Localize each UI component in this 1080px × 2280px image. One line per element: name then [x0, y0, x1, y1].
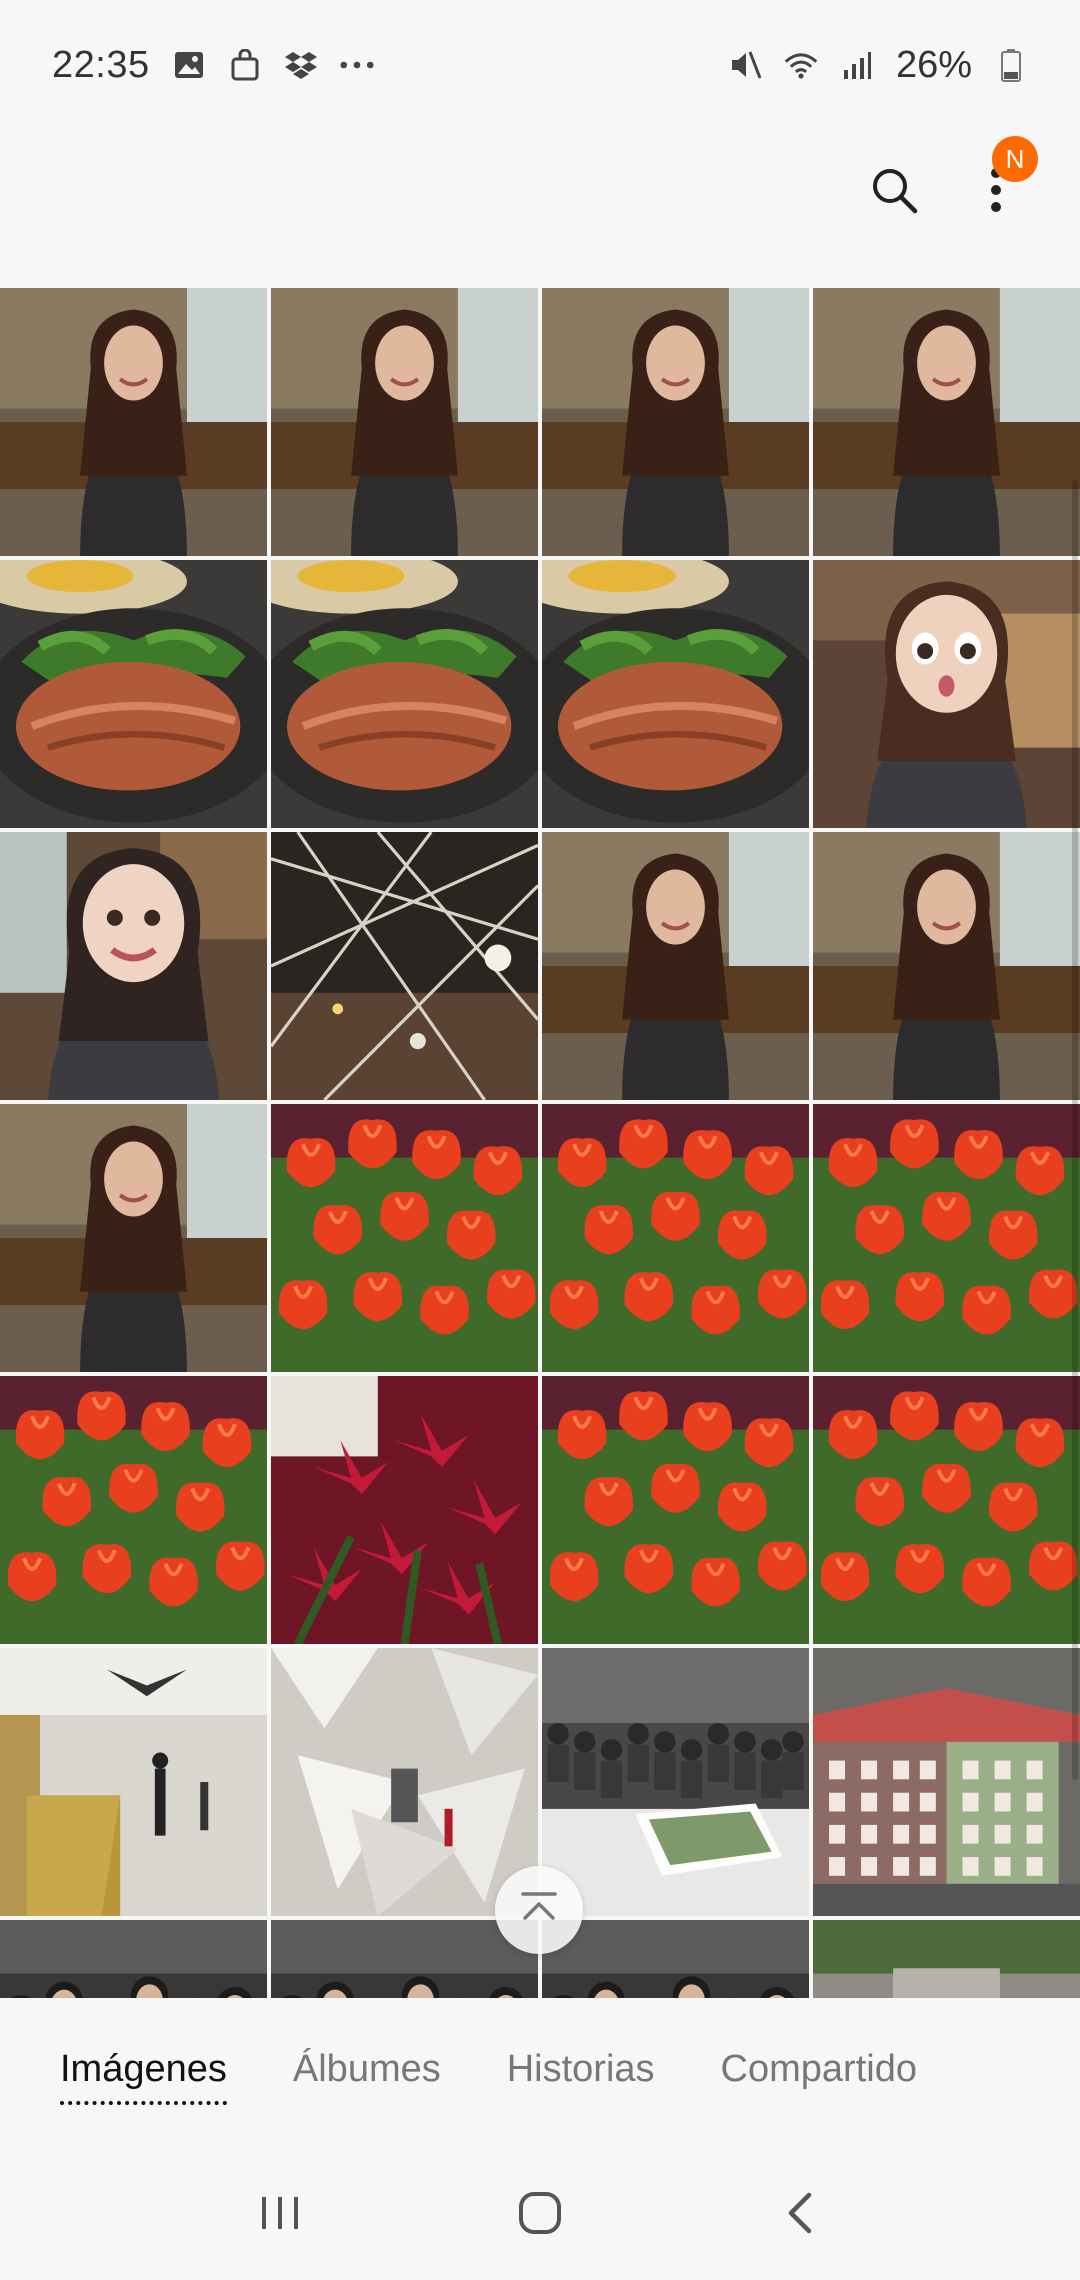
photo-image — [813, 832, 1080, 1100]
bag-icon — [228, 48, 262, 82]
notification-badge: N — [992, 136, 1038, 182]
photo-image — [542, 1104, 809, 1372]
wifi-icon — [784, 48, 818, 82]
photo-thumbnail-tulips[interactable] — [813, 1104, 1080, 1372]
tab-albumes[interactable]: Álbumes — [293, 2048, 441, 2101]
gallery-app: 22:35 26% N Imágenes Álbumes Historias C… — [0, 0, 1080, 2280]
photo-thumbnail-portrait[interactable] — [813, 832, 1080, 1100]
photo-thumbnail-tulips[interactable] — [271, 1104, 538, 1372]
photo-image — [0, 1376, 267, 1644]
photo-image — [271, 832, 538, 1100]
photo-thumbnail-steak[interactable] — [0, 560, 267, 828]
recent-apps-button[interactable] — [235, 2170, 325, 2260]
photo-image — [0, 1648, 267, 1916]
photo-image — [542, 1376, 809, 1644]
photo-thumbnail-steak[interactable] — [542, 560, 809, 828]
signal-icon — [840, 48, 874, 82]
photo-thumbnail-portrait[interactable] — [271, 288, 538, 556]
photo-image — [0, 832, 267, 1100]
scroll-to-top-button[interactable] — [495, 1866, 583, 1954]
home-button[interactable] — [495, 2170, 585, 2260]
home-icon — [517, 2190, 563, 2241]
photo-image — [0, 560, 267, 828]
photo-image — [542, 288, 809, 556]
photo-image — [813, 288, 1080, 556]
photo-thumbnail-tulips[interactable] — [542, 1376, 809, 1644]
photo-image — [0, 288, 267, 556]
photo-thumbnail-portrait[interactable] — [813, 288, 1080, 556]
photo-thumbnail-lobby[interactable] — [0, 1648, 267, 1916]
photo-image — [542, 832, 809, 1100]
photo-thumbnail-tulips[interactable] — [0, 1376, 267, 1644]
photo-thumbnail-crowd[interactable] — [271, 1920, 538, 1998]
battery-percent: 26% — [895, 43, 972, 86]
system-navigation-bar — [0, 2150, 1080, 2280]
photo-image — [271, 1920, 538, 1998]
photo-thumbnail-avatar-smile[interactable] — [0, 832, 267, 1100]
photo-thumbnail-building-model[interactable] — [813, 1648, 1080, 1916]
photo-image — [813, 560, 1080, 828]
tab-imagenes[interactable]: Imágenes — [60, 2048, 227, 2105]
photo-image — [0, 1104, 267, 1372]
tab-historias[interactable]: Historias — [507, 2048, 655, 2101]
status-time: 22:35 — [52, 43, 150, 86]
photo-thumbnail-portrait[interactable] — [542, 288, 809, 556]
search-icon — [869, 165, 919, 220]
photo-image — [813, 1376, 1080, 1644]
scrollbar[interactable] — [1072, 480, 1078, 1780]
battery-icon — [994, 48, 1028, 82]
photo-thumbnail-steak[interactable] — [271, 560, 538, 828]
photo-image — [271, 1648, 538, 1916]
bottom-tabs: Imágenes Álbumes Historias Compartido — [0, 1998, 1080, 2150]
photo-thumbnail-tulips[interactable] — [542, 1104, 809, 1372]
photo-thumbnail-crowd[interactable] — [542, 1920, 809, 1998]
photo-image — [542, 560, 809, 828]
photo-image — [542, 1648, 809, 1916]
photo-image — [271, 1376, 538, 1644]
tab-compartido[interactable]: Compartido — [721, 2048, 917, 2101]
photo-thumbnail-ceiling-lights[interactable] — [271, 832, 538, 1100]
photo-thumbnail-crowd[interactable] — [0, 1920, 267, 1998]
mute-icon — [728, 48, 762, 82]
photo-thumbnail-portrait[interactable] — [0, 1104, 267, 1372]
photo-image — [271, 288, 538, 556]
photo-thumbnail-model-display[interactable] — [542, 1648, 809, 1916]
photo-thumbnail-avatar-surprised[interactable] — [813, 560, 1080, 828]
search-button[interactable] — [862, 152, 926, 232]
photo-thumbnail-portrait[interactable] — [542, 832, 809, 1100]
photo-image — [813, 1648, 1080, 1916]
photo-image — [0, 1920, 267, 1998]
photo-image — [271, 560, 538, 828]
gallery-icon — [172, 48, 206, 82]
recent-apps-icon — [258, 2193, 302, 2238]
back-icon — [785, 2191, 815, 2240]
photo-grid[interactable] — [0, 288, 1080, 1998]
photo-thumbnail-portrait[interactable] — [0, 288, 267, 556]
dropbox-icon — [284, 48, 318, 82]
photo-image — [271, 1104, 538, 1372]
status-bar: 22:35 26% — [0, 0, 1080, 130]
photo-image — [813, 1104, 1080, 1372]
photo-thumbnail-tulips[interactable] — [813, 1376, 1080, 1644]
scroll-to-top-icon — [517, 1888, 561, 1933]
photo-image — [813, 1920, 1080, 1998]
photo-thumbnail-mirror-art[interactable] — [271, 1648, 538, 1916]
top-action-bar: N — [0, 130, 1080, 290]
more-notifications-icon — [340, 48, 374, 82]
back-button[interactable] — [755, 2170, 845, 2260]
photo-thumbnail-red-lilies[interactable] — [271, 1376, 538, 1644]
photo-image — [542, 1920, 809, 1998]
photo-thumbnail-city-model[interactable] — [813, 1920, 1080, 1998]
